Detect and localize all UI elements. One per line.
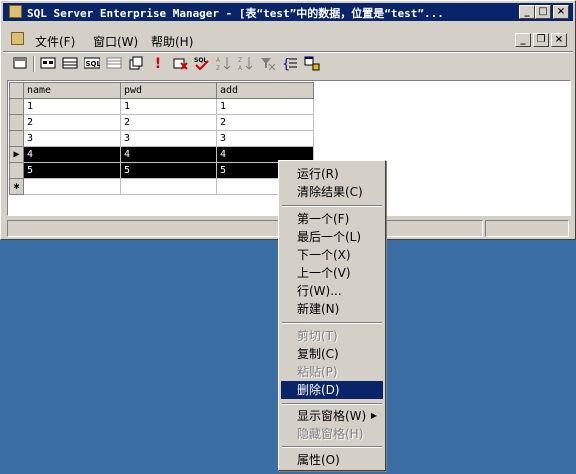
sort-descending-icon[interactable]: ZA [237, 55, 255, 73]
row-selector[interactable] [9, 98, 24, 115]
cell-pwd[interactable]: 2 [120, 114, 217, 131]
menu-separator [282, 446, 382, 448]
cell-name[interactable]: 1 [23, 98, 121, 115]
menu-item-show-panes[interactable]: 显示窗格(W) ▶ [281, 407, 383, 425]
row-selector[interactable] [9, 114, 24, 131]
menu-item-last[interactable]: 最后一个(L) [281, 228, 383, 246]
verify-sql-icon[interactable]: SQL [193, 55, 211, 73]
new-row-marker-icon[interactable]: ✱ [9, 178, 24, 195]
column-header-add[interactable]: add [216, 82, 314, 99]
show-grid-pane-icon[interactable] [61, 55, 79, 73]
menu-item-new[interactable]: 新建(N) [281, 300, 383, 318]
new-row[interactable]: ✱ [9, 178, 314, 195]
status-bar-panel [485, 220, 569, 237]
column-header-name[interactable]: name [23, 82, 121, 99]
submenu-arrow-icon: ▶ [370, 411, 377, 420]
show-results-pane-icon[interactable] [105, 55, 123, 73]
window-title: SQL Server Enterprise Manager - [表“test”… [27, 7, 444, 20]
document-icon[interactable] [11, 32, 24, 45]
show-diagram-pane-icon[interactable] [39, 55, 57, 73]
menu-bar: 文件(F) 窗口(W) 帮助(H) _ ❐ × [3, 29, 573, 49]
menu-item-delete[interactable]: 删除(D) [281, 381, 383, 399]
svg-text:SQL: SQL [86, 60, 101, 68]
table-row[interactable]: 2 2 2 [9, 114, 314, 131]
table-row-selected[interactable]: ▶ 4 4 4 [9, 146, 314, 163]
close-button[interactable]: × [553, 5, 569, 19]
cell-pwd[interactable]: 1 [120, 98, 217, 115]
use-group-by-icon[interactable]: { [281, 55, 299, 73]
grid-header-row: name pwd add [9, 82, 314, 99]
context-menu: 运行(R) 清除结果(C) 第一个(F) 最后一个(L) 下一个(X) 上一个(… [278, 160, 386, 471]
title-bar[interactable]: SQL Server Enterprise Manager - [表“test”… [3, 3, 573, 21]
cell-pwd[interactable]: 3 [120, 130, 217, 147]
current-row-marker-icon[interactable]: ▶ [9, 146, 24, 163]
cell-add[interactable]: 1 [216, 98, 314, 115]
grid-corner[interactable] [9, 82, 24, 99]
menu-file[interactable]: 文件(F) [35, 33, 75, 50]
table-row[interactable]: 3 3 3 [9, 130, 314, 147]
column-header-pwd[interactable]: pwd [120, 82, 217, 99]
results-grid[interactable]: name pwd add 1 1 1 2 2 2 3 3 3 ▶ 4 4 4 5… [9, 82, 314, 195]
remove-filter-icon[interactable] [259, 55, 277, 73]
menu-item-next[interactable]: 下一个(X) [281, 246, 383, 264]
cell-name[interactable]: 2 [23, 114, 121, 131]
menu-separator [282, 322, 382, 324]
maximize-button[interactable]: □ [535, 5, 551, 19]
toolbar: SQL ! SQL AZ ZA { [7, 55, 567, 75]
menu-item-clear-results[interactable]: 清除结果(C) [281, 183, 383, 201]
cell-name[interactable] [23, 178, 121, 195]
menu-item-paste[interactable]: 粘贴(P) [281, 363, 383, 381]
cell-add[interactable]: 2 [216, 114, 314, 131]
change-query-type-icon[interactable] [127, 55, 145, 73]
cell-add[interactable]: 3 [216, 130, 314, 147]
menu-item-previous[interactable]: 上一个(V) [281, 264, 383, 282]
row-selector[interactable] [9, 162, 24, 179]
cell-name[interactable]: 3 [23, 130, 121, 147]
table-row[interactable]: 1 1 1 [9, 98, 314, 115]
menu-divider [3, 51, 573, 53]
cancel-query-icon[interactable] [171, 55, 189, 73]
menu-separator [282, 403, 382, 405]
cell-name[interactable]: 5 [23, 162, 121, 179]
cell-name[interactable]: 4 [23, 146, 121, 163]
run-icon[interactable]: ! [149, 55, 167, 73]
svg-text:Z: Z [238, 57, 242, 64]
menu-item-run[interactable]: 运行(R) [281, 165, 383, 183]
doc-restore-button[interactable]: ❐ [533, 33, 549, 47]
doc-minimize-button[interactable]: _ [515, 33, 531, 47]
cell-pwd[interactable]: 4 [120, 146, 217, 163]
sort-ascending-icon[interactable]: AZ [215, 55, 233, 73]
row-selector[interactable] [9, 130, 24, 147]
menu-item-copy[interactable]: 复制(C) [281, 345, 383, 363]
doc-close-button[interactable]: × [551, 33, 567, 47]
app-icon[interactable] [9, 5, 22, 18]
properties-icon[interactable] [11, 55, 29, 73]
toolbar-separator [33, 56, 35, 72]
cell-pwd[interactable] [120, 178, 217, 195]
menu-item-properties[interactable]: 属性(O) [281, 451, 383, 469]
menu-item-first[interactable]: 第一个(F) [281, 210, 383, 228]
menu-item-show-panes-label: 显示窗格(W) [297, 409, 367, 423]
svg-text:A: A [238, 65, 243, 71]
cell-pwd[interactable]: 5 [120, 162, 217, 179]
menu-item-hide-pane[interactable]: 隐藏窗格(H) [281, 425, 383, 443]
show-sql-pane-icon[interactable]: SQL [83, 55, 101, 73]
svg-text:Z: Z [216, 65, 220, 71]
menu-window[interactable]: 窗口(W) [93, 33, 138, 50]
menu-separator [282, 205, 382, 207]
table-row-selected[interactable]: 5 5 5 [9, 162, 314, 179]
menu-item-row[interactable]: 行(W)... [281, 282, 383, 300]
minimize-button[interactable]: _ [519, 5, 535, 19]
add-table-icon[interactable] [303, 55, 321, 73]
svg-text:A: A [216, 57, 221, 64]
status-bar-main [7, 220, 483, 237]
menu-item-cut[interactable]: 剪切(T) [281, 327, 383, 345]
menu-help[interactable]: 帮助(H) [151, 33, 193, 50]
